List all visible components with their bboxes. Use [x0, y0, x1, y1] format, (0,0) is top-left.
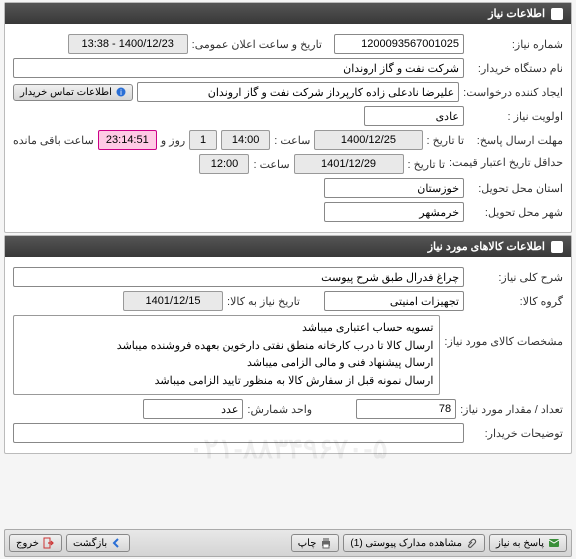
- back-icon: [111, 537, 123, 549]
- unit-label: واحد شمارش:: [247, 403, 312, 416]
- need-info-body: شماره نیاز: تاریخ و ساعت اعلان عمومی: 14…: [5, 24, 571, 232]
- need-info-header: اطلاعات نیاز: [5, 3, 571, 24]
- need-number-label: شماره نیاز:: [468, 38, 563, 51]
- attachment-icon: [466, 537, 478, 549]
- spec-line: تسویه حساب اعتباری میباشد: [20, 320, 433, 338]
- reply-time-label: ساعت :: [274, 134, 310, 147]
- creator-label: ایجاد کننده درخواست:: [463, 86, 563, 99]
- print-label: چاپ: [298, 538, 317, 549]
- province-field[interactable]: [324, 178, 464, 198]
- priority-field[interactable]: [364, 106, 464, 126]
- reply-label: پاسخ به نیاز: [496, 538, 544, 549]
- quantity-field[interactable]: [356, 399, 456, 419]
- quantity-label: تعداد / مقدار مورد نیاز:: [460, 403, 563, 416]
- spec-box[interactable]: تسویه حساب اعتباری میباشد ارسال کالا تا …: [13, 315, 440, 395]
- back-button[interactable]: بازگشت: [66, 534, 130, 552]
- goods-info-body: شرح کلی نیاز: گروه کالا: تاریخ نیاز به ک…: [5, 257, 571, 453]
- min-validity-time: 12:00: [199, 154, 249, 174]
- buyer-notes-label: توضیحات خریدار:: [468, 427, 563, 440]
- footer-bar: پاسخ به نیاز مشاهده مدارک پیوستی (1) چاپ…: [4, 529, 572, 557]
- min-validity-time-label: ساعت :: [253, 158, 289, 171]
- announce-label: تاریخ و ساعت اعلان عمومی:: [192, 38, 322, 51]
- creator-field[interactable]: [137, 82, 459, 102]
- min-validity-label: حداقل تاریخ اعتبار قیمت:: [449, 157, 563, 170]
- print-icon: [320, 537, 332, 549]
- exit-icon: [43, 537, 55, 549]
- need-date-field: 1401/12/15: [123, 291, 223, 311]
- buyer-contact-label: اطلاعات تماس خریدار: [20, 87, 112, 98]
- need-info-title: اطلاعات نیاز: [488, 7, 545, 20]
- province-label: استان محل تحویل:: [468, 182, 563, 195]
- remain-suffix: ساعت باقی مانده: [13, 134, 94, 147]
- min-validity-to: تا تاریخ :: [408, 158, 445, 171]
- reply-icon: [548, 537, 560, 549]
- need-date-label: تاریخ نیاز به کالا:: [227, 295, 300, 308]
- buyer-contact-button[interactable]: i اطلاعات تماس خریدار: [13, 84, 133, 101]
- need-number-field[interactable]: [334, 34, 464, 54]
- reply-button[interactable]: پاسخ به نیاز: [489, 534, 567, 552]
- reply-deadline-label: مهلت ارسال پاسخ:: [468, 134, 563, 147]
- goods-info-header: اطلاعات کالاهای مورد نیاز: [5, 236, 571, 257]
- goods-info-title: اطلاعات کالاهای مورد نیاز: [428, 240, 545, 253]
- announce-date: 1400/12/23 - 13:38: [68, 34, 188, 54]
- print-button[interactable]: چاپ: [291, 534, 340, 552]
- city-field[interactable]: [324, 202, 464, 222]
- priority-label: اولویت نیاز :: [468, 110, 563, 123]
- spec-line: ارسال پیشنهاد فنی و مالی الزامی میباشد: [20, 355, 433, 373]
- reply-deadline-to: تا تاریخ :: [427, 134, 464, 147]
- exit-label: خروج: [16, 538, 39, 549]
- buyer-field[interactable]: [13, 58, 464, 78]
- group-field[interactable]: [324, 291, 464, 311]
- need-info-panel: اطلاعات نیاز شماره نیاز: تاریخ و ساعت اع…: [4, 2, 572, 233]
- buyer-notes-field[interactable]: [13, 423, 464, 443]
- attachments-label: مشاهده مدارک پیوستی (1): [350, 538, 462, 549]
- min-validity-date: 1401/12/29: [294, 154, 404, 174]
- general-desc-label: شرح کلی نیاز:: [468, 271, 563, 284]
- attachments-button[interactable]: مشاهده مدارک پیوستی (1): [343, 534, 485, 552]
- city-label: شهر محل تحویل:: [468, 206, 563, 219]
- remain-days: 1: [189, 130, 217, 150]
- svg-text:i: i: [120, 88, 122, 97]
- info-icon: i: [116, 87, 126, 97]
- reply-deadline-date: 1400/12/25: [314, 130, 422, 150]
- general-desc-field[interactable]: [13, 267, 464, 287]
- spec-line: ارسال نمونه قبل از سفارش کالا به منظور ت…: [20, 373, 433, 391]
- back-label: بازگشت: [73, 538, 107, 549]
- spec-label: مشخصات کالای مورد نیاز:: [444, 315, 563, 348]
- group-label: گروه کالا:: [468, 295, 563, 308]
- spec-line: ارسال کالا تا درب کارخانه منطق نفتی دارخ…: [20, 338, 433, 356]
- reply-deadline-time: 14:00: [221, 130, 270, 150]
- buyer-label: نام دستگاه خریدار:: [468, 62, 563, 75]
- unit-field[interactable]: [143, 399, 243, 419]
- goods-info-panel: اطلاعات کالاهای مورد نیاز شرح کلی نیاز: …: [4, 235, 572, 454]
- remain-days-label: روز و: [161, 134, 185, 147]
- remain-time: 23:14:51: [98, 130, 157, 150]
- exit-button[interactable]: خروج: [9, 534, 62, 552]
